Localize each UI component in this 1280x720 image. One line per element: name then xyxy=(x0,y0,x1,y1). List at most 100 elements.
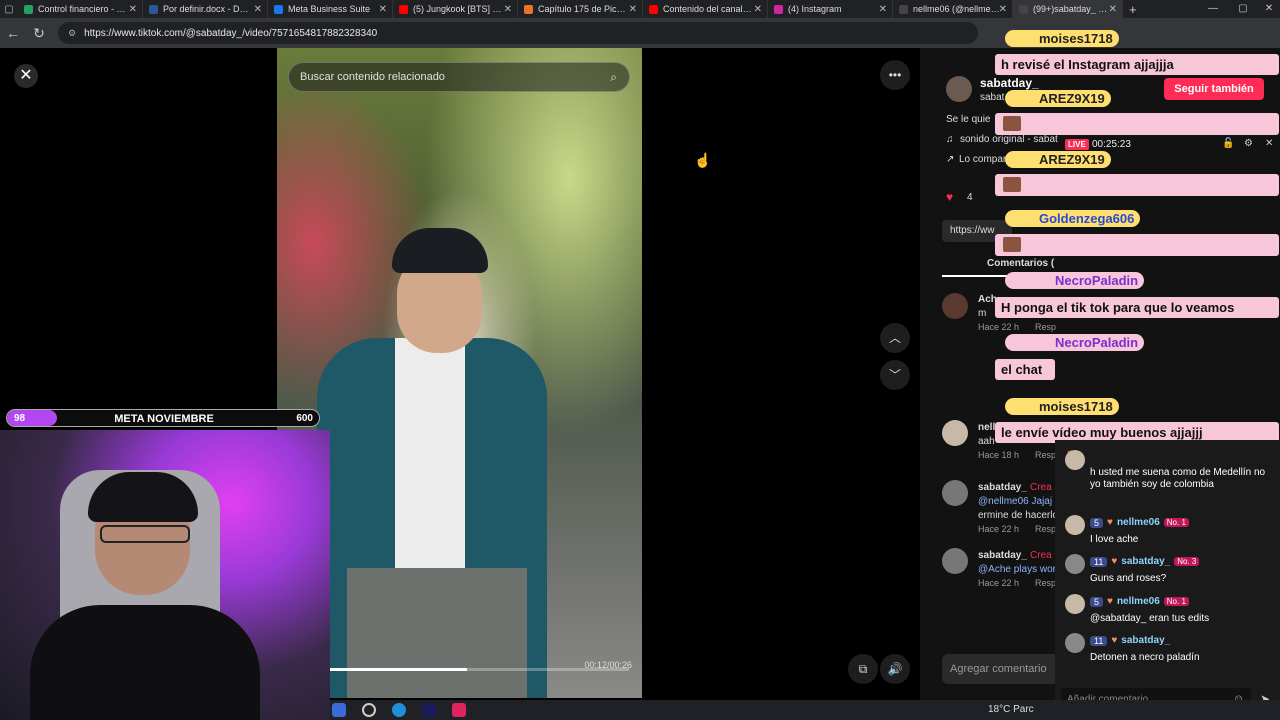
previous-video-button[interactable]: ︿ xyxy=(880,323,910,353)
chat-username: NecroPaladin xyxy=(1005,334,1145,351)
comment-avatar[interactable] xyxy=(942,420,968,446)
comment-avatar[interactable] xyxy=(942,548,968,574)
sound-link[interactable]: sonido original - sabat xyxy=(960,134,1058,145)
comment-text: ermine de hacerlo xyxy=(978,510,1059,521)
emote-icon xyxy=(1003,177,1021,192)
live-chat-header: 5 ♥ nellme06 No. 1 xyxy=(1090,596,1189,607)
video-person-shirt xyxy=(395,338,465,568)
chat-message: el chat xyxy=(995,359,1055,380)
comment-user[interactable]: sabatday_ xyxy=(978,550,1027,561)
tab-close-icon[interactable]: ✕ xyxy=(754,4,762,15)
author-avatar[interactable] xyxy=(946,76,972,102)
more-options-icon[interactable]: ••• xyxy=(880,60,910,90)
close-icon[interactable]: ✕ xyxy=(1265,138,1273,149)
chat-username: AREZ9X19 xyxy=(1005,151,1111,168)
tab-close-icon[interactable]: ✕ xyxy=(1109,4,1117,15)
app-icon[interactable] xyxy=(332,703,346,717)
live-chat-message: @sabatday_ eran tus edits xyxy=(1090,613,1210,624)
comment-user[interactable]: sabatday_ xyxy=(978,482,1027,493)
tiktok-icon[interactable] xyxy=(452,703,466,717)
weather-temp: 18°C xyxy=(988,704,1011,715)
level-badge: 5 xyxy=(1090,596,1104,607)
tab-close-icon[interactable]: ✕ xyxy=(254,4,262,15)
comment-avatar[interactable] xyxy=(942,480,968,506)
comment-time: Hace 18 h xyxy=(978,450,1020,460)
stream-goal-bar: 98 META NOVIEMBRE 600 xyxy=(6,409,320,427)
browser-tab[interactable]: (5) Jungkook [BTS] - Sti ✕ xyxy=(393,0,518,18)
chat-emote-message xyxy=(995,113,1279,135)
browser-tab[interactable]: nellme06 (@nellme06) ✕ xyxy=(893,0,1013,18)
tab-actions-icon[interactable]: ▢ xyxy=(0,4,18,15)
share-icon: ↗ xyxy=(946,154,955,165)
minimize-icon[interactable]: — xyxy=(1198,0,1228,18)
browser-tab[interactable]: (4) Instagram ✕ xyxy=(768,0,893,18)
back-icon[interactable]: ← xyxy=(0,25,26,41)
goal-title: META NOVIEMBRE xyxy=(114,413,214,425)
site-info-icon[interactable]: ⚙ xyxy=(68,28,76,39)
weather-widget[interactable]: 18°C Parc xyxy=(988,704,1034,715)
browser-tab-active[interactable]: (99+)sabatday_ (@ ✕ xyxy=(1013,0,1123,18)
close-video-button[interactable]: ✕ xyxy=(14,64,38,88)
floating-player-icon[interactable]: ⧉ xyxy=(848,654,878,684)
browser-tab[interactable]: Meta Business Suite ✕ xyxy=(268,0,393,18)
company-text: Lo compar xyxy=(959,154,1007,165)
tab-close-icon[interactable]: ✕ xyxy=(379,4,387,15)
new-tab-button[interactable]: + xyxy=(1129,2,1137,17)
comment-text: m xyxy=(978,308,987,319)
video-player[interactable]: Buscar contenido relacionado ⌕ 00:12/00:… xyxy=(277,48,642,698)
obs-icon[interactable] xyxy=(362,703,376,717)
browser-tab[interactable]: Por definir.docx - Docu ✕ xyxy=(143,0,268,18)
goal-target: 600 xyxy=(296,413,313,424)
comment-user[interactable]: nell xyxy=(978,422,995,433)
comment-reply[interactable]: Resp xyxy=(1035,524,1056,534)
heart-icon[interactable]: ♥ xyxy=(946,190,953,204)
live-chat-message: Guns and roses? xyxy=(1090,573,1167,584)
heart-icon: ♥ xyxy=(1107,596,1113,607)
author-handle: sabat xyxy=(980,92,1005,103)
chat-emote-message xyxy=(995,174,1279,196)
edge-icon[interactable] xyxy=(392,703,406,717)
comment-text: aah xyxy=(978,436,995,447)
tab-comments[interactable]: Comentarios ( xyxy=(987,258,1054,269)
live-chat-panel: 👑 h usted me suena como de Medellín no y… xyxy=(1055,440,1280,720)
browser-tab[interactable]: Contenido del canal - Y ✕ xyxy=(643,0,768,18)
live-chat-user[interactable]: sabatday_ xyxy=(1121,556,1170,567)
lock-icon[interactable]: 🔓 xyxy=(1222,138,1234,149)
settings-icon[interactable]: ⚙ xyxy=(1244,138,1253,149)
window-close-icon[interactable]: ✕ xyxy=(1254,0,1280,18)
chat-avatar xyxy=(1065,554,1085,574)
tab-close-icon[interactable]: ✕ xyxy=(504,4,512,15)
comment-reply[interactable]: Resp xyxy=(1035,322,1056,332)
live-chat-user[interactable]: sabatday_ xyxy=(1121,635,1170,646)
follow-button[interactable]: Seguir también xyxy=(1164,78,1264,100)
windows-taskbar: 18°C Parc xyxy=(330,700,1280,720)
tab-favicon-icon xyxy=(524,4,533,14)
search-icon[interactable]: ⌕ xyxy=(610,70,617,85)
music-note-icon: ♫ xyxy=(946,134,954,145)
webcam-person-glasses xyxy=(100,525,190,543)
heart-icon: ♥ xyxy=(1111,556,1118,567)
browser-tab[interactable]: Capítulo 175 de Pick m ✕ xyxy=(518,0,643,18)
rank-badge: No. 3 xyxy=(1174,557,1200,566)
reload-icon[interactable]: ↻ xyxy=(26,25,52,42)
author-name[interactable]: sabatday_ xyxy=(980,76,1039,90)
tab-favicon-icon xyxy=(399,4,408,14)
comment-avatar[interactable] xyxy=(942,293,968,319)
volume-icon[interactable]: 🔊 xyxy=(880,654,910,684)
add-comment-input[interactable]: Agregar comentario xyxy=(942,654,1062,684)
chat-message: H ponga el tik tok para que lo veamos xyxy=(995,297,1279,318)
tab-close-icon[interactable]: ✕ xyxy=(999,4,1007,15)
comment-reply[interactable]: Resp xyxy=(1035,578,1056,588)
live-chat-user[interactable]: nellme06 xyxy=(1117,517,1160,528)
comment-reply[interactable]: Resp xyxy=(1035,450,1056,460)
tab-close-icon[interactable]: ✕ xyxy=(129,4,137,15)
premiere-icon[interactable] xyxy=(422,703,436,717)
tab-close-icon[interactable]: ✕ xyxy=(879,4,887,15)
next-video-button[interactable]: ﹀ xyxy=(880,360,910,390)
video-person-cap xyxy=(392,228,488,273)
live-chat-user[interactable]: nellme06 xyxy=(1117,596,1160,607)
url-field[interactable]: ⚙ https://www.tiktok.com/@sabatday_/vide… xyxy=(58,22,978,44)
related-search-input[interactable]: Buscar contenido relacionado ⌕ xyxy=(288,62,630,92)
tab-close-icon[interactable]: ✕ xyxy=(629,4,637,15)
browser-tab[interactable]: Control financiero - He ✕ xyxy=(18,0,143,18)
